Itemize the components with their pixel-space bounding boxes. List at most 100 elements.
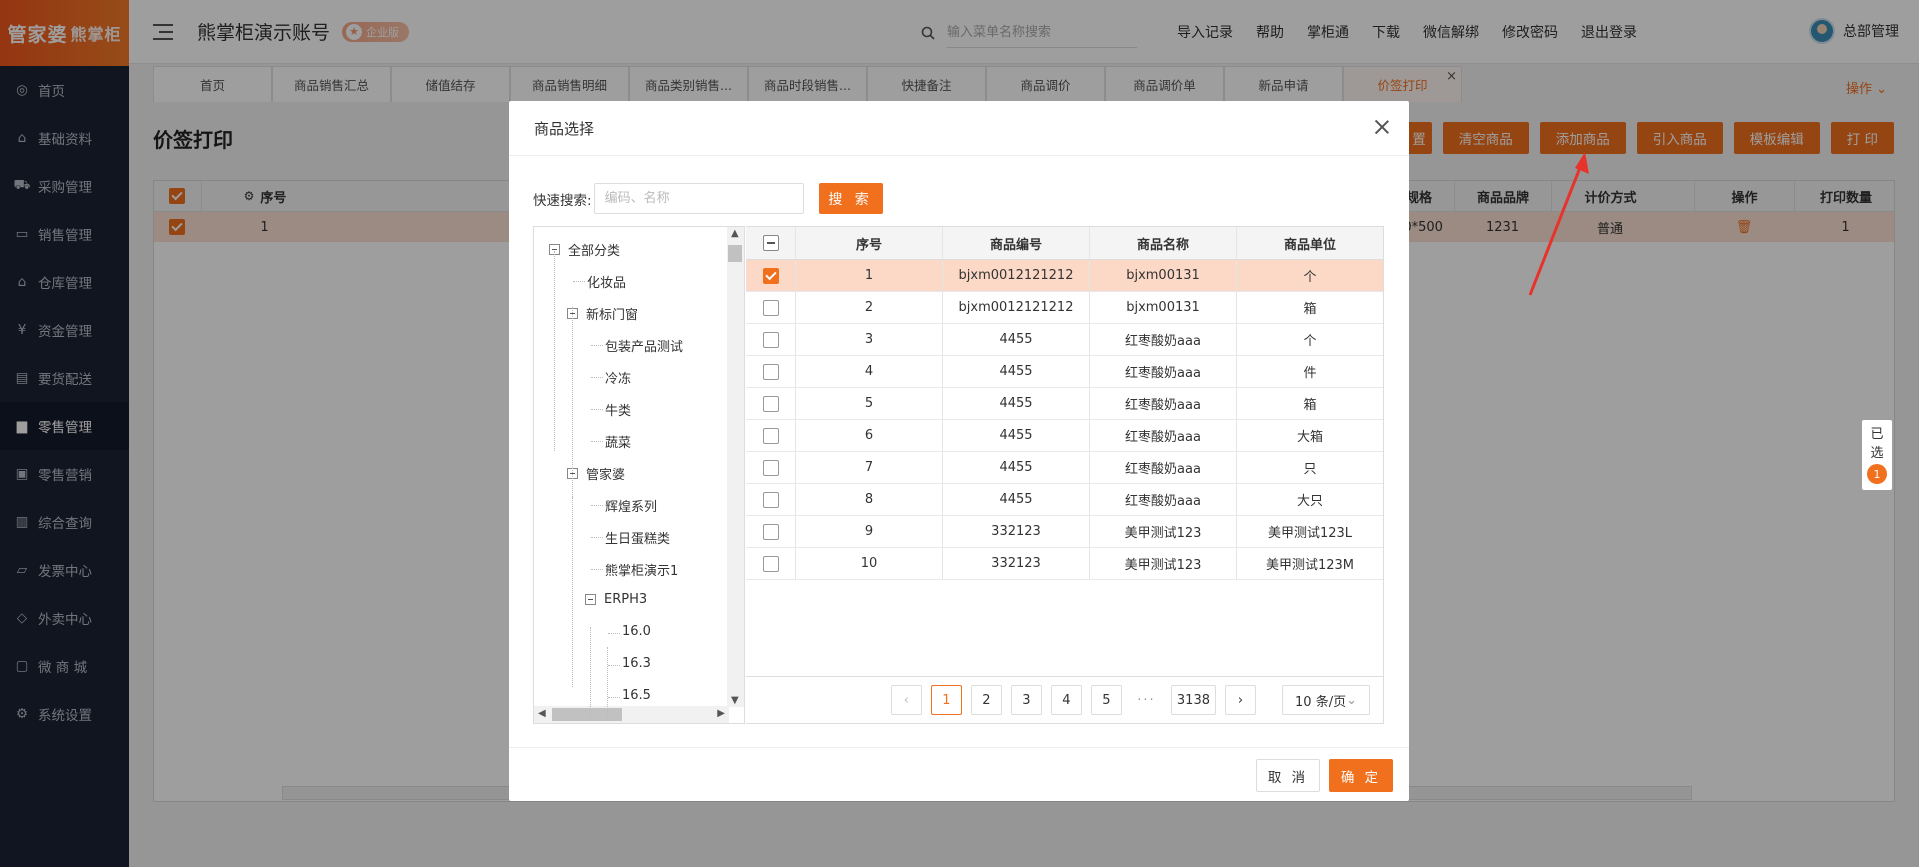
tree-node[interactable]: ERPH3: [585, 592, 647, 607]
table-row[interactable]: 10 332123 美甲测试123 美甲测试123M: [746, 548, 1383, 580]
tree-node[interactable]: 16.0: [608, 624, 651, 639]
row-name: 红枣酸奶aaa: [1090, 324, 1237, 355]
tree-node[interactable]: 辉煌系列: [591, 496, 657, 515]
row-checkbox[interactable]: [746, 452, 796, 483]
row-seq: 5: [796, 388, 943, 419]
row-checkbox[interactable]: [746, 324, 796, 355]
table-row[interactable]: 9 332123 美甲测试123 美甲测试123L: [746, 516, 1383, 548]
row-name: 红枣酸奶aaa: [1090, 356, 1237, 387]
product-table: 序号 商品编号 商品名称 商品单位 1 bjxm0012121212 bjxm001…: [746, 226, 1384, 724]
table-row[interactable]: 3 4455 红枣酸奶aaa 个: [746, 324, 1383, 356]
tree-node-label: 生日蛋糕类: [605, 532, 671, 547]
close-icon[interactable]: [1373, 118, 1391, 136]
row-name: 红枣酸奶aaa: [1090, 388, 1237, 419]
quick-search-input[interactable]: [593, 183, 804, 214]
row-code: 4455: [943, 484, 1090, 515]
row-code: 332123: [943, 548, 1090, 579]
page-button-last[interactable]: 3138: [1170, 685, 1216, 715]
selected-label-2: 选: [1870, 446, 1884, 461]
search-button[interactable]: 搜 索: [818, 183, 883, 214]
scroll-up-icon[interactable]: ▲: [731, 228, 739, 239]
tree-node[interactable]: 管家婆: [567, 464, 625, 483]
row-code: 4455: [943, 324, 1090, 355]
page-button-2[interactable]: 2: [970, 685, 1002, 715]
tree-node[interactable]: 牛类: [591, 400, 632, 419]
row-unit: 大箱: [1296, 430, 1323, 445]
page-ellipsis[interactable]: ···: [1131, 685, 1162, 715]
col-unit: 商品单位: [1283, 237, 1336, 253]
page-button-4[interactable]: 4: [1050, 685, 1082, 715]
tree-node[interactable]: 新标门窗: [567, 304, 638, 323]
tree-node[interactable]: 包装产品测试: [591, 336, 683, 355]
cancel-button[interactable]: 取 消: [1256, 759, 1320, 792]
modal-header: 商品选择: [509, 101, 1409, 156]
tree-node-label: 全部分类: [568, 244, 621, 259]
scroll-left-icon[interactable]: ◀: [538, 708, 546, 719]
select-all-checkbox[interactable]: [746, 227, 796, 259]
tree-node-label: ERPH3: [604, 592, 648, 607]
scroll-down-icon[interactable]: ▼: [731, 695, 739, 706]
row-checkbox[interactable]: [746, 260, 796, 291]
tree-node[interactable]: 冷冻: [591, 368, 632, 387]
scroll-right-icon[interactable]: ▶: [717, 708, 725, 719]
selected-label-1: 已: [1870, 427, 1884, 442]
table-row[interactable]: 1 bjxm0012121212 bjxm00131 个: [746, 260, 1383, 292]
tree-node-label: 管家婆: [586, 468, 626, 483]
row-checkbox[interactable]: [746, 356, 796, 387]
product-table-header: 序号 商品编号 商品名称 商品单位: [746, 227, 1383, 260]
tree-vertical-scrollbar[interactable]: ▲ ▼: [727, 227, 744, 707]
product-rows: 1 bjxm0012121212 bjxm00131 个 2 bjxm0012121212…: [746, 260, 1383, 580]
table-row[interactable]: 2 bjxm0012121212 bjxm00131 箱: [746, 292, 1383, 324]
table-row[interactable]: 8 4455 红枣酸奶aaa 大只: [746, 484, 1383, 516]
row-code: bjxm0012121212: [943, 292, 1090, 323]
tree-node[interactable]: 16.5: [608, 688, 651, 703]
tree-node[interactable]: 蔬菜: [591, 432, 631, 451]
col-name: 商品名称: [1090, 227, 1237, 259]
tree-node-label: 熊掌柜演示1: [605, 564, 679, 579]
row-unit: 个: [1303, 334, 1317, 349]
row-unit: 箱: [1303, 398, 1317, 413]
row-code: 4455: [943, 420, 1090, 451]
tree-horizontal-scrollbar[interactable]: ◀ ▶: [534, 706, 729, 723]
table-row[interactable]: 6 4455 红枣酸奶aaa 大箱: [746, 420, 1383, 452]
col-seq: 序号: [796, 227, 943, 259]
row-checkbox[interactable]: [746, 484, 796, 515]
tree-node[interactable]: 化妆品: [573, 272, 626, 291]
table-row[interactable]: 5 4455 红枣酸奶aaa 箱: [746, 388, 1383, 420]
selected-count-tab[interactable]: 已 选 1: [1862, 420, 1892, 490]
tree-node[interactable]: 熊掌柜演示1: [591, 560, 679, 579]
page-button-1[interactable]: 1: [930, 685, 962, 715]
row-checkbox[interactable]: [746, 292, 796, 323]
selected-count-badge: 1: [1867, 464, 1887, 484]
row-seq: 1: [796, 260, 943, 291]
row-name: bjxm00131: [1090, 292, 1237, 323]
row-code: 4455: [943, 388, 1090, 419]
collapse-icon[interactable]: [585, 594, 596, 605]
row-unit: 件: [1303, 366, 1317, 381]
tree-node[interactable]: 16.3: [608, 656, 651, 671]
row-seq: 3: [796, 324, 943, 355]
confirm-button[interactable]: 确 定: [1329, 759, 1393, 792]
row-code: 332123: [943, 516, 1090, 547]
row-checkbox[interactable]: [746, 420, 796, 451]
row-unit: 箱: [1303, 302, 1317, 317]
tree-node-label: 冷冻: [605, 372, 632, 387]
tree-node-label: 牛类: [605, 404, 632, 419]
red-arrow-annotation: [1528, 152, 1589, 296]
row-checkbox[interactable]: [746, 548, 796, 579]
page-button-5[interactable]: 5: [1090, 685, 1122, 715]
row-checkbox[interactable]: [746, 388, 796, 419]
table-row[interactable]: 4 4455 红枣酸奶aaa 件: [746, 356, 1383, 388]
row-checkbox[interactable]: [746, 516, 796, 547]
row-code: 4455: [943, 452, 1090, 483]
tree-node[interactable]: 全部分类: [549, 240, 620, 259]
page-button-3[interactable]: 3: [1010, 685, 1042, 715]
next-page-button[interactable]: ›: [1225, 685, 1256, 715]
row-unit: 美甲测试123L: [1267, 526, 1353, 541]
quick-search-label: 快速搜索:: [533, 192, 592, 209]
page-size-select[interactable]: 10 条/页 ⌄: [1282, 685, 1370, 715]
table-row[interactable]: 7 4455 红枣酸奶aaa 只: [746, 452, 1383, 484]
prev-page-button[interactable]: ‹: [890, 685, 922, 715]
tree-node[interactable]: 生日蛋糕类: [591, 528, 671, 547]
page-size-label: 10 条/页: [1295, 694, 1347, 710]
